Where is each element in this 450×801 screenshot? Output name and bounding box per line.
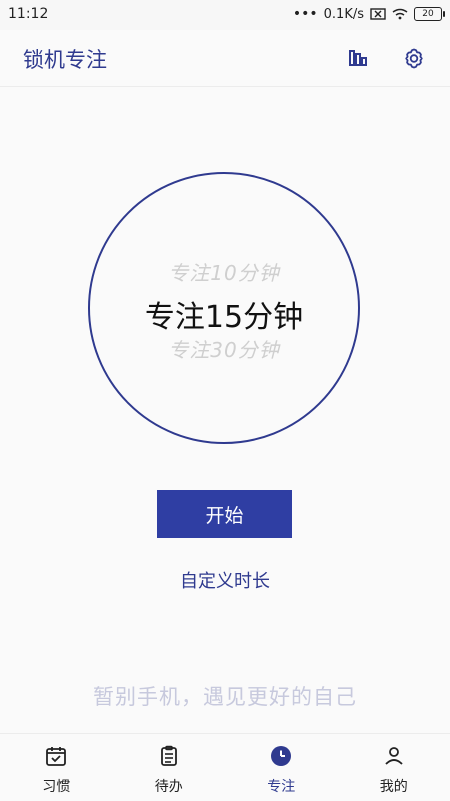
next-duration-option[interactable]: 专注30分钟 xyxy=(90,334,358,363)
bottom-navigation: 习惯 待办 专注 xyxy=(0,733,450,801)
custom-duration-link[interactable]: 自定义时长 xyxy=(0,567,450,593)
nav-item-profile[interactable]: 我的 xyxy=(338,734,450,801)
previous-duration-option[interactable]: 专注10分钟 xyxy=(90,257,358,286)
clipboard-icon xyxy=(157,744,181,772)
nav-item-habits[interactable]: 习惯 xyxy=(0,734,113,801)
top-app-bar: 锁机专注 xyxy=(0,30,450,87)
wifi-icon xyxy=(392,8,408,20)
start-button[interactable]: 开始 xyxy=(157,490,292,538)
nav-label-todo: 待办 xyxy=(155,776,183,796)
battery-indicator: 20 xyxy=(414,7,442,21)
slogan-text: 暂别手机，遇见更好的自己 xyxy=(0,681,450,711)
page-title: 锁机专注 xyxy=(23,44,107,74)
status-right-group: ••• 0.1K/s 20 xyxy=(293,6,442,22)
nav-label-profile: 我的 xyxy=(380,776,408,796)
clock-icon xyxy=(269,744,293,772)
selected-duration-option[interactable]: 专注15分钟 xyxy=(90,292,358,336)
nav-label-habits: 习惯 xyxy=(42,776,70,796)
sim-off-icon xyxy=(370,8,386,20)
nav-label-focus: 专注 xyxy=(267,776,295,796)
gear-icon[interactable] xyxy=(400,44,428,72)
calendar-check-icon xyxy=(44,744,68,772)
focus-time-circle[interactable]: 专注10分钟 专注15分钟 专注30分钟 xyxy=(88,172,360,444)
nav-item-focus[interactable]: 专注 xyxy=(225,734,338,801)
status-time: 11:12 xyxy=(8,6,48,22)
bar-chart-icon[interactable] xyxy=(344,44,372,72)
status-bar: 11:12 ••• 0.1K/s 20 xyxy=(0,0,450,30)
status-dots: ••• xyxy=(293,6,318,22)
network-speed: 0.1K/s xyxy=(324,7,364,22)
user-icon xyxy=(382,744,406,772)
nav-item-todo[interactable]: 待办 xyxy=(113,734,226,801)
